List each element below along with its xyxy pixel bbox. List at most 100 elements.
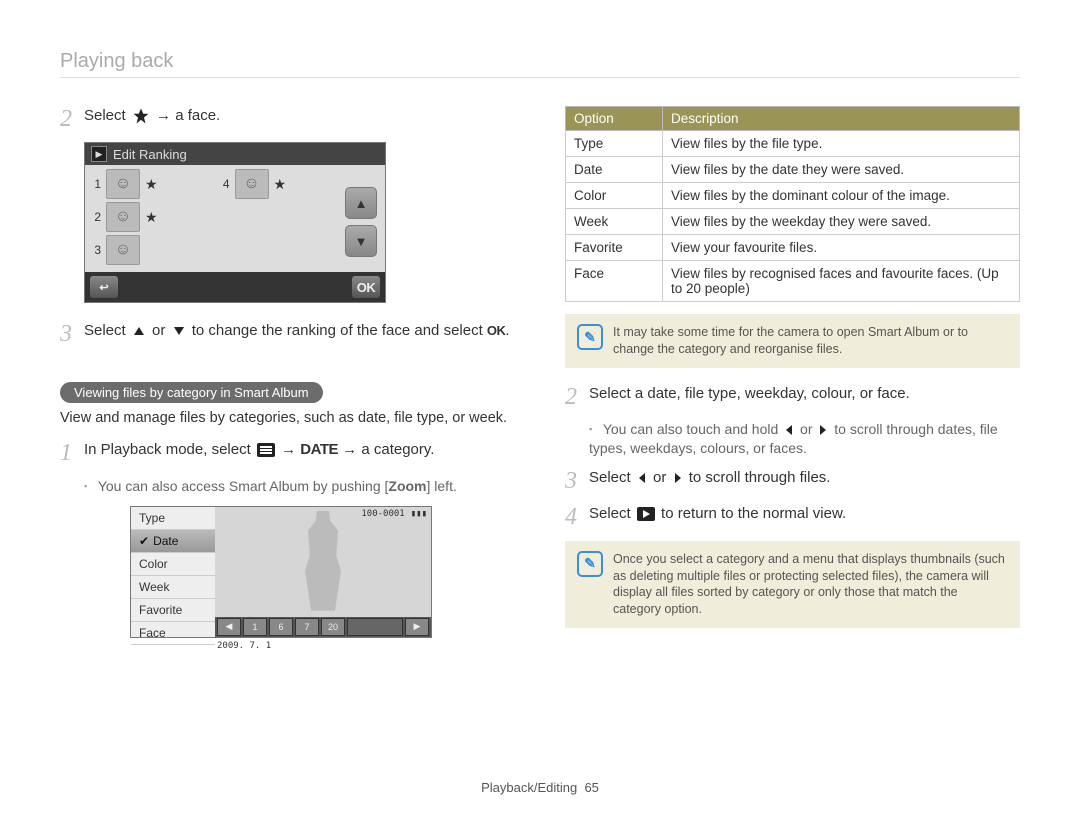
- rank-row: 2 ☺ ★: [89, 202, 341, 232]
- face-thumb: ☺: [106, 169, 140, 199]
- step-body: Select or to scroll through files.: [589, 468, 1020, 488]
- left-chevron-icon: [637, 472, 647, 484]
- step-number: 2: [565, 384, 589, 410]
- menu-item-face[interactable]: Face: [131, 622, 215, 645]
- bullet: You can also access Smart Album by pushi…: [84, 477, 515, 496]
- text: Select: [589, 505, 635, 522]
- face-thumb: ☺: [235, 169, 269, 199]
- text: to scroll through files.: [689, 469, 831, 486]
- step-1: 1 In Playback mode, select → DATE → a ca…: [60, 440, 515, 466]
- play-icon: [637, 507, 655, 521]
- film-next[interactable]: ▶: [405, 618, 429, 636]
- face-thumb: ☺: [106, 235, 140, 265]
- step-3r: 3 Select or to scroll through files.: [565, 468, 1020, 494]
- file-counter: 100-0001: [361, 509, 404, 519]
- rank-number: 4: [218, 177, 230, 191]
- table-row: TypeView files by the file type.: [566, 131, 1020, 157]
- rank-number: 1: [89, 177, 101, 191]
- back-button[interactable]: ↩: [89, 275, 119, 299]
- step-number: 1: [60, 440, 84, 466]
- rank-down-button[interactable]: ▼: [345, 225, 377, 257]
- text: Select: [84, 322, 130, 339]
- rank-row: 3 ☺: [89, 235, 341, 265]
- note-icon: ✎: [577, 551, 603, 577]
- bullet: You can also touch and hold or to scroll…: [589, 420, 1020, 458]
- film-date: 2009. 7. 1: [217, 641, 271, 651]
- th-option: Option: [566, 107, 663, 131]
- right-column: Option Description TypeView files by the…: [565, 106, 1020, 656]
- section-heading: Viewing files by category in Smart Album: [60, 382, 323, 403]
- step-number: 4: [565, 504, 589, 530]
- section-para: View and manage files by categories, suc…: [60, 409, 515, 429]
- th-description: Description: [663, 107, 1020, 131]
- film-prev[interactable]: ◀: [217, 618, 241, 636]
- screenshot-title: Edit Ranking: [113, 147, 187, 162]
- text: In Playback mode, select: [84, 441, 255, 458]
- table-row: DateView files by the date they were sav…: [566, 157, 1020, 183]
- star-icon: ★: [274, 176, 287, 193]
- ok-icon: OK: [487, 323, 506, 338]
- smart-album-screenshot: Type ✔Date Color Week Favorite Face 100-…: [130, 506, 432, 638]
- menu-item-week[interactable]: Week: [131, 576, 215, 599]
- step-2r: 2 Select a date, file type, weekday, col…: [565, 384, 1020, 410]
- rank-list: 1 ☺ ★ 4 ☺ ★ 2: [89, 169, 341, 268]
- rank-up-button[interactable]: ▲: [345, 187, 377, 219]
- film-cell[interactable]: 20: [321, 618, 345, 636]
- note-text: It may take some time for the camera to …: [613, 324, 1008, 358]
- table-row: FavoriteView your favourite files.: [566, 235, 1020, 261]
- step-text-post: → a face.: [156, 107, 220, 124]
- step-number: 3: [60, 321, 84, 347]
- film-cell[interactable]: 7: [295, 618, 319, 636]
- right-chevron-icon: [673, 472, 683, 484]
- film-cell[interactable]: 1: [243, 618, 267, 636]
- step-2: 2 Select → a face.: [60, 106, 515, 132]
- rank-number: 3: [89, 243, 101, 257]
- down-chevron-icon: [172, 325, 186, 337]
- text: You can also touch and hold: [603, 421, 782, 437]
- text: Select: [589, 469, 635, 486]
- battery-icon: ▮▮▮: [411, 509, 427, 519]
- step-body: Select a date, file type, weekday, colou…: [589, 384, 1020, 404]
- menu-item-color[interactable]: Color: [131, 553, 215, 576]
- screenshot-titlebar: ▶ Edit Ranking: [85, 143, 385, 165]
- menu-item-type[interactable]: Type: [131, 507, 215, 530]
- page: Playing back 2 Select → a face. ▶ Edit R…: [0, 0, 1080, 815]
- screenshot-body: Type ✔Date Color Week Favorite Face 100-…: [131, 507, 431, 637]
- note-box: ✎ It may take some time for the camera t…: [565, 314, 1020, 368]
- ok-button[interactable]: OK: [351, 275, 381, 299]
- left-chevron-icon: [784, 424, 794, 436]
- left-column: 2 Select → a face. ▶ Edit Ranking: [60, 106, 515, 656]
- rank-body: 1 ☺ ★ 4 ☺ ★ 2: [85, 165, 385, 272]
- screenshot-bottom-bar: ↩ OK: [85, 272, 385, 302]
- star-icon: ★: [145, 176, 158, 193]
- footer-label: Playback/Editing: [481, 780, 577, 795]
- menu-item-favorite[interactable]: Favorite: [131, 599, 215, 622]
- step-4r: 4 Select to return to the normal view.: [565, 504, 1020, 530]
- rank-row: 1 ☺ ★ 4 ☺ ★: [89, 169, 341, 199]
- menu-item-date[interactable]: ✔Date: [131, 530, 215, 553]
- preview-area: 100-0001 ▮▮▮ ◀ 1 6 7 20 ▶ 2009. 7.: [215, 507, 431, 637]
- text: You can also access Smart Album by pushi…: [98, 478, 389, 494]
- step-body: Select to return to the normal view.: [589, 504, 1020, 524]
- film-cell[interactable]: 6: [269, 618, 293, 636]
- page-number: 65: [584, 780, 598, 795]
- right-chevron-icon: [818, 424, 828, 436]
- step-body: Select or to change the ranking of the f…: [84, 321, 515, 341]
- silhouette-image: [293, 511, 353, 611]
- text: or: [152, 322, 170, 339]
- playback-icon: ▶: [91, 146, 107, 162]
- page-title: Playing back: [60, 50, 1020, 78]
- star-person-icon: [132, 107, 150, 125]
- columns: 2 Select → a face. ▶ Edit Ranking: [60, 106, 1020, 656]
- text: to change the ranking of the face and se…: [192, 322, 487, 339]
- text: or: [653, 469, 671, 486]
- step-number: 2: [60, 106, 84, 132]
- text: to return to the normal view.: [661, 505, 846, 522]
- step-body: In Playback mode, select → DATE → a cate…: [84, 440, 515, 460]
- step-number: 3: [565, 468, 589, 494]
- up-chevron-icon: [132, 325, 146, 337]
- table-row: FaceView files by recognised faces and f…: [566, 261, 1020, 302]
- rank-arrows: ▲ ▼: [341, 169, 381, 268]
- note-text: Once you select a category and a menu th…: [613, 551, 1008, 619]
- star-icon: ★: [145, 209, 158, 226]
